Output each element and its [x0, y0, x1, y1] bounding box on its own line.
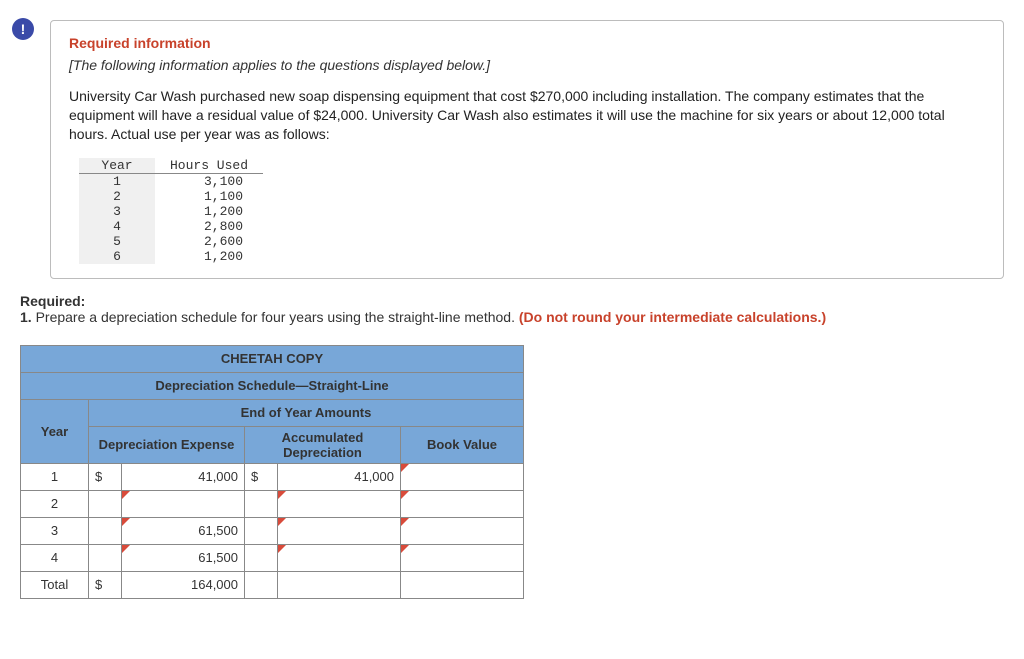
hours-used-table: Year Hours Used 13,100 21,100 31,200 42,… — [79, 158, 263, 264]
error-marker-icon — [122, 545, 130, 553]
book-value-cell[interactable] — [401, 571, 524, 598]
book-value-cell[interactable] — [401, 490, 524, 517]
book-value-cell[interactable] — [401, 544, 524, 571]
problem-text: University Car Wash purchased new soap d… — [69, 87, 985, 144]
hours-year: 5 — [79, 234, 155, 249]
year-cell: 2 — [21, 490, 89, 517]
dep-expense-cell[interactable]: 61,500 — [122, 517, 245, 544]
hours-value: 1,200 — [155, 249, 263, 264]
col-dep: Depreciation Expense — [89, 426, 245, 463]
hours-header-hours: Hours Used — [155, 158, 263, 174]
sched-title-1: CHEETAH COPY — [21, 345, 524, 372]
year-cell: 4 — [21, 544, 89, 571]
info-panel: Required information [The following info… — [50, 20, 1004, 279]
error-marker-icon — [401, 464, 409, 472]
accum-dep-cell[interactable] — [278, 544, 401, 571]
hours-value: 2,800 — [155, 219, 263, 234]
hours-year: 1 — [79, 173, 155, 189]
year-cell: 1 — [21, 463, 89, 490]
error-marker-icon — [401, 545, 409, 553]
accum-dep-cell[interactable] — [278, 571, 401, 598]
hours-year: 3 — [79, 204, 155, 219]
dep-expense-cell[interactable] — [122, 490, 245, 517]
book-value-cell[interactable] — [401, 517, 524, 544]
currency-cell[interactable] — [245, 544, 278, 571]
currency-cell[interactable] — [89, 544, 122, 571]
table-row: 3 61,500 — [21, 517, 524, 544]
instruction-warning: (Do not round your intermediate calculat… — [519, 309, 826, 325]
hours-year: 4 — [79, 219, 155, 234]
year-cell: Total — [21, 571, 89, 598]
requirements-block: Required: 1. Prepare a depreciation sche… — [20, 293, 1024, 325]
table-row: Total $ 164,000 — [21, 571, 524, 598]
col-accum: Accumulated Depreciation — [245, 426, 401, 463]
dep-expense-cell[interactable]: 41,000 — [122, 463, 245, 490]
alert-icon: ! — [12, 18, 34, 40]
currency-cell[interactable] — [245, 571, 278, 598]
currency-cell[interactable] — [245, 517, 278, 544]
instruction-text: Prepare a depreciation schedule for four… — [36, 309, 519, 325]
table-row: 4 61,500 — [21, 544, 524, 571]
dep-expense-cell[interactable]: 61,500 — [122, 544, 245, 571]
currency-cell[interactable] — [89, 517, 122, 544]
hours-year: 2 — [79, 189, 155, 204]
error-marker-icon — [278, 518, 286, 526]
required-heading: Required information — [69, 35, 985, 51]
item-number: 1. — [20, 309, 36, 325]
error-marker-icon — [122, 518, 130, 526]
dep-expense-cell[interactable]: 164,000 — [122, 571, 245, 598]
sched-title-3: End of Year Amounts — [89, 399, 524, 426]
depreciation-schedule-table: CHEETAH COPY Depreciation Schedule—Strai… — [20, 345, 524, 599]
currency-cell[interactable] — [245, 490, 278, 517]
required-label: Required: — [20, 293, 1024, 309]
hours-value: 1,200 — [155, 204, 263, 219]
hours-header-year: Year — [79, 158, 155, 174]
book-value-cell[interactable] — [401, 463, 524, 490]
hours-value: 3,100 — [155, 173, 263, 189]
sched-title-2: Depreciation Schedule—Straight-Line — [21, 372, 524, 399]
accum-dep-cell[interactable] — [278, 490, 401, 517]
currency-cell[interactable]: $ — [89, 571, 122, 598]
currency-cell[interactable]: $ — [245, 463, 278, 490]
error-marker-icon — [278, 545, 286, 553]
hours-value: 2,600 — [155, 234, 263, 249]
currency-cell[interactable] — [89, 490, 122, 517]
col-year: Year — [21, 399, 89, 463]
table-row: 1 $ 41,000 $ 41,000 — [21, 463, 524, 490]
accum-dep-cell[interactable]: 41,000 — [278, 463, 401, 490]
error-marker-icon — [278, 491, 286, 499]
error-marker-icon — [401, 518, 409, 526]
col-book: Book Value — [401, 426, 524, 463]
error-marker-icon — [401, 491, 409, 499]
context-note: [The following information applies to th… — [69, 57, 985, 73]
table-row: 2 — [21, 490, 524, 517]
hours-value: 1,100 — [155, 189, 263, 204]
hours-year: 6 — [79, 249, 155, 264]
currency-cell[interactable]: $ — [89, 463, 122, 490]
accum-dep-cell[interactable] — [278, 517, 401, 544]
error-marker-icon — [122, 491, 130, 499]
year-cell: 3 — [21, 517, 89, 544]
instruction-line: 1. Prepare a depreciation schedule for f… — [20, 309, 1024, 325]
